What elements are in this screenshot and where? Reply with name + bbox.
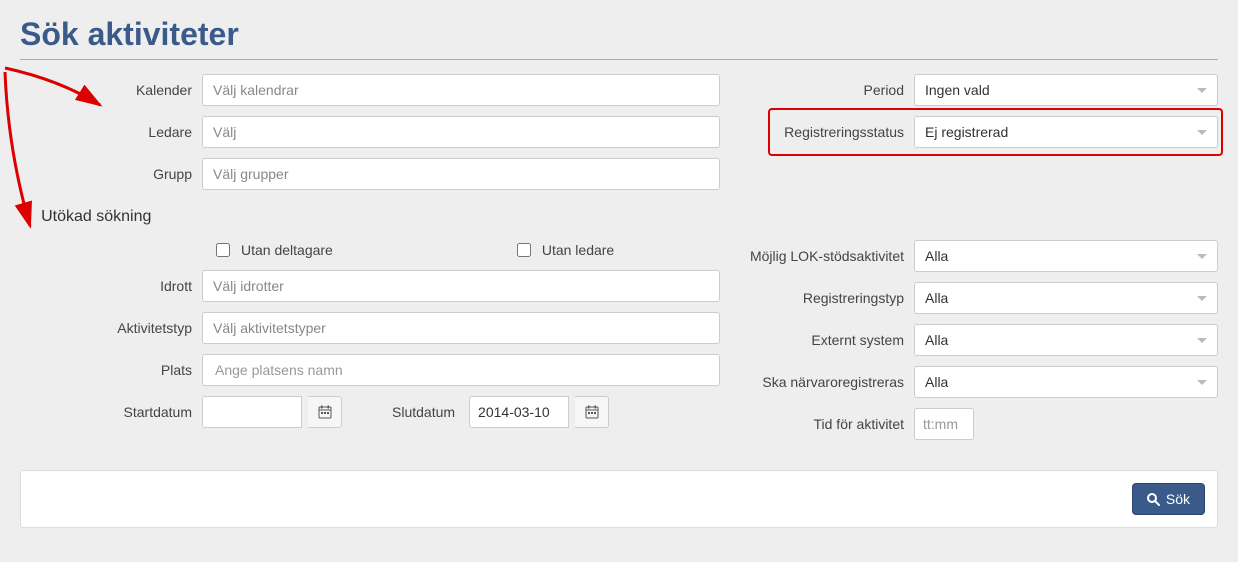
startdatum-label: Startdatum bbox=[20, 404, 202, 420]
search-button[interactable]: Sök bbox=[1132, 483, 1205, 515]
period-value: Ingen vald bbox=[925, 82, 990, 98]
without-participants-checkbox[interactable] bbox=[216, 243, 230, 257]
chevron-down-icon bbox=[1197, 88, 1207, 93]
aktivitetstyp-placeholder: Välj aktivitetstyper bbox=[213, 320, 326, 336]
lok-value: Alla bbox=[925, 248, 948, 264]
plats-label: Plats bbox=[20, 362, 202, 378]
ledare-placeholder: Välj bbox=[213, 124, 236, 140]
plats-input-wrap[interactable] bbox=[202, 354, 720, 386]
kalender-placeholder: Välj kalendrar bbox=[213, 82, 299, 98]
external-select[interactable]: Alla bbox=[914, 324, 1218, 356]
tid-input[interactable] bbox=[914, 408, 974, 440]
narvaro-select[interactable]: Alla bbox=[914, 366, 1218, 398]
calendar-icon bbox=[318, 405, 332, 419]
startdatum-input[interactable] bbox=[202, 396, 302, 428]
chevron-down-icon bbox=[1197, 130, 1207, 135]
aktivitetstyp-select[interactable]: Välj aktivitetstyper bbox=[202, 312, 720, 344]
aktivitetstyp-label: Aktivitetstyp bbox=[20, 320, 202, 336]
chevron-down-icon bbox=[20, 208, 35, 226]
registreringstyp-label: Registreringstyp bbox=[732, 290, 914, 306]
footer-bar: Sök bbox=[20, 470, 1218, 528]
narvaro-value: Alla bbox=[925, 374, 948, 390]
chevron-down-icon bbox=[1197, 254, 1207, 259]
kalender-label: Kalender bbox=[20, 82, 202, 98]
registreringstyp-value: Alla bbox=[925, 290, 948, 306]
regstatus-value: Ej registrerad bbox=[925, 124, 1008, 140]
advanced-search-label: Utökad sökning bbox=[41, 208, 151, 226]
lok-label: Möjlig LOK-stödsaktivitet bbox=[732, 248, 914, 264]
tid-label: Tid för aktivitet bbox=[732, 416, 914, 432]
page-title: Sök aktiviteter bbox=[20, 16, 1218, 60]
kalender-select[interactable]: Välj kalendrar bbox=[202, 74, 720, 106]
grupp-placeholder: Välj grupper bbox=[213, 166, 289, 182]
search-button-label: Sök bbox=[1166, 491, 1190, 507]
slutdatum-calendar-button[interactable] bbox=[575, 396, 609, 428]
period-select[interactable]: Ingen vald bbox=[914, 74, 1218, 106]
calendar-icon bbox=[585, 405, 599, 419]
idrott-label: Idrott bbox=[20, 278, 202, 294]
advanced-search-toggle[interactable]: Utökad sökning bbox=[20, 208, 1218, 226]
ledare-select[interactable]: Välj bbox=[202, 116, 720, 148]
lok-select[interactable]: Alla bbox=[914, 240, 1218, 272]
registreringstyp-select[interactable]: Alla bbox=[914, 282, 1218, 314]
period-label: Period bbox=[732, 82, 914, 98]
external-label: Externt system bbox=[732, 332, 914, 348]
narvaro-label: Ska närvaroregistreras bbox=[732, 374, 914, 390]
chevron-down-icon bbox=[1197, 338, 1207, 343]
slutdatum-label: Slutdatum bbox=[392, 404, 463, 420]
chevron-down-icon bbox=[1197, 296, 1207, 301]
regstatus-select[interactable]: Ej registrerad bbox=[914, 116, 1218, 148]
idrott-select[interactable]: Välj idrotter bbox=[202, 270, 720, 302]
regstatus-label: Registreringsstatus bbox=[732, 124, 914, 140]
grupp-label: Grupp bbox=[20, 166, 202, 182]
ledare-label: Ledare bbox=[20, 124, 202, 140]
idrott-placeholder: Välj idrotter bbox=[213, 278, 284, 294]
slutdatum-input[interactable] bbox=[469, 396, 569, 428]
external-value: Alla bbox=[925, 332, 948, 348]
without-leaders-label: Utan ledare bbox=[542, 242, 614, 258]
plats-input[interactable] bbox=[213, 355, 709, 385]
chevron-down-icon bbox=[1197, 380, 1207, 385]
grupp-select[interactable]: Välj grupper bbox=[202, 158, 720, 190]
search-icon bbox=[1147, 493, 1160, 506]
without-participants-label: Utan deltagare bbox=[241, 242, 333, 258]
without-leaders-checkbox[interactable] bbox=[517, 243, 531, 257]
startdatum-calendar-button[interactable] bbox=[308, 396, 342, 428]
